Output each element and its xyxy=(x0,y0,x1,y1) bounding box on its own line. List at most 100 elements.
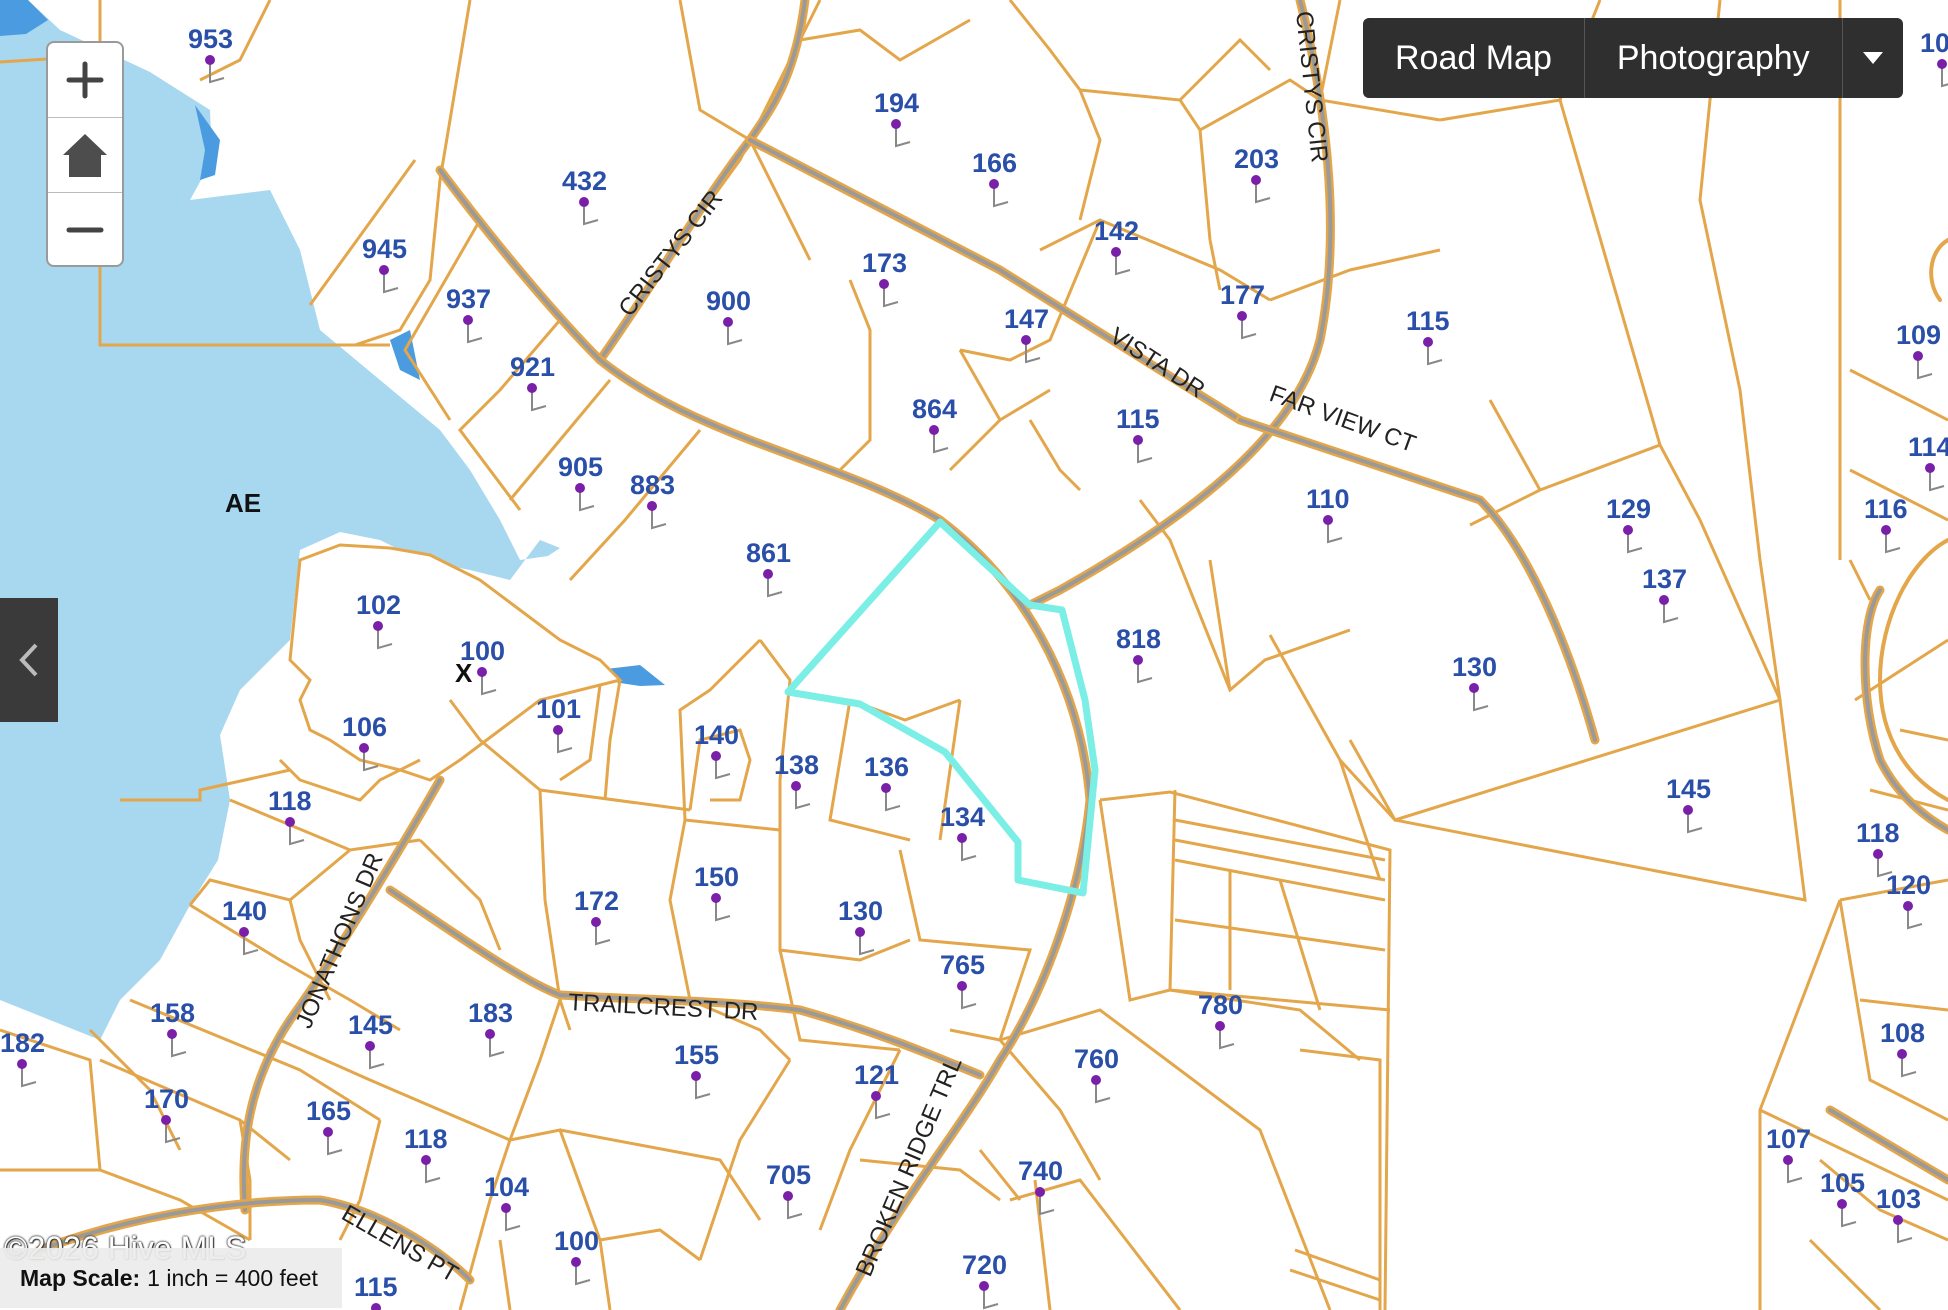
parcel-marker-icon xyxy=(1215,1021,1235,1050)
parcel-marker-icon xyxy=(989,179,1009,208)
parcel-marker-icon xyxy=(379,265,399,294)
parcel-label: 103 xyxy=(1876,1184,1921,1214)
parcel-label: 102 xyxy=(356,590,401,620)
parcel-label: 115 xyxy=(1406,306,1450,336)
parcel-label: 138 xyxy=(774,750,819,780)
parcel-marker-icon xyxy=(979,1281,999,1310)
chevron-left-icon xyxy=(19,643,38,677)
parcel-marker-icon xyxy=(1881,525,1901,554)
street-label-jonathons-dr: JONATHONS DR xyxy=(291,849,389,1032)
map-scale: Map Scale: 1 inch = 400 feet xyxy=(0,1248,342,1308)
parcel-marker-icon xyxy=(1091,1075,1111,1104)
street-label-vista-dr: VISTA DR xyxy=(1105,322,1210,403)
parcel-label: 100 xyxy=(554,1226,599,1256)
parcel-marker-icon xyxy=(691,1071,711,1100)
parcel-label: 765 xyxy=(940,950,985,980)
parcel-label: 937 xyxy=(446,284,491,314)
flood-zone-label: AE xyxy=(225,488,261,518)
parcel-label: 147 xyxy=(1004,304,1049,334)
parcel-label: 130 xyxy=(838,896,883,926)
scale-value: 1 inch = 400 feet xyxy=(147,1264,318,1291)
parcel-label: 705 xyxy=(766,1160,811,1190)
parcel-marker-icon xyxy=(575,483,595,512)
parcel-label: 106 xyxy=(342,712,387,742)
parcel-label: 864 xyxy=(912,394,957,424)
parcel-marker-icon xyxy=(929,425,949,454)
photography-button[interactable]: Photography xyxy=(1585,18,1843,98)
parcel-marker-icon xyxy=(957,981,977,1010)
parcel-marker-icon xyxy=(527,383,547,412)
plus-icon xyxy=(66,61,104,99)
parcel-label: 109 xyxy=(1896,320,1941,350)
parcel-marker-icon xyxy=(855,927,875,956)
parcel-label: 116 xyxy=(1864,494,1908,524)
zoom-out-button[interactable] xyxy=(48,193,122,267)
parcel-label: 818 xyxy=(1116,624,1161,654)
street-label-far-view-ct: FAR VIEW CT xyxy=(1266,380,1420,458)
parcel-marker-icon xyxy=(1623,525,1643,554)
parcel-label: 203 xyxy=(1234,144,1279,174)
parcel-marker-icon xyxy=(1925,463,1945,492)
parcel-label: 137 xyxy=(1642,564,1687,594)
parcel-marker-icon xyxy=(1423,337,1443,366)
parcel-marker-icon xyxy=(1133,655,1153,684)
parcel-marker-icon xyxy=(485,1029,505,1058)
side-panel-toggle[interactable] xyxy=(0,598,58,722)
parcel-marker-icon xyxy=(1837,1199,1857,1228)
street-label-cristys-cir: CRISTYS CIR xyxy=(1290,10,1333,164)
home-button[interactable] xyxy=(48,118,122,193)
parcel-marker-icon xyxy=(1783,1155,1803,1184)
basemap-switcher: Road Map Photography xyxy=(1363,18,1903,98)
parcel-label: 130 xyxy=(1452,652,1497,682)
parcel-marker-icon xyxy=(891,119,911,148)
caret-down-icon xyxy=(1862,52,1883,64)
parcel-marker-icon xyxy=(1469,683,1489,712)
parcel-label: 129 xyxy=(1606,494,1651,524)
parcel-marker-icon xyxy=(1913,351,1933,380)
parcel-label: 108 xyxy=(1880,1018,1925,1048)
parcel-marker-icon xyxy=(463,315,483,344)
parcel-marker-icon xyxy=(1323,515,1343,544)
parcel-label: 883 xyxy=(630,470,675,500)
minus-icon xyxy=(66,227,104,233)
parcel-marker-icon xyxy=(879,279,899,308)
parcel-marker-icon xyxy=(579,197,599,226)
parcel-marker-icon xyxy=(723,317,743,346)
parcel-label: 118 xyxy=(404,1124,448,1154)
parcel-label: 177 xyxy=(1220,280,1265,310)
parcel-marker-icon xyxy=(647,501,667,530)
parcel-marker-icon xyxy=(323,1127,343,1156)
parcel-label: 105 xyxy=(1820,1168,1865,1198)
parcel-label: 165 xyxy=(306,1096,351,1126)
parcel-marker-icon xyxy=(1903,901,1923,930)
parcel-marker-icon xyxy=(763,569,783,598)
parcel-marker-icon xyxy=(1237,311,1257,340)
parcel-marker-icon xyxy=(571,1257,591,1286)
parcel-label: 115 xyxy=(1116,404,1160,434)
parcel-label: 118 xyxy=(1856,818,1900,848)
parcel-label: 170 xyxy=(144,1084,189,1114)
parcel-label: 110 xyxy=(1306,484,1350,514)
zone-x-label: X xyxy=(455,658,473,688)
parcel-label: 118 xyxy=(268,786,312,816)
road-map-button[interactable]: Road Map xyxy=(1363,18,1585,98)
parcel-label: 900 xyxy=(706,286,751,316)
parcel-label: 760 xyxy=(1074,1044,1119,1074)
parcel-marker-icon xyxy=(1937,59,1948,88)
zoom-in-button[interactable] xyxy=(48,43,122,118)
parcel-map[interactable]: 953 432 945 937 921 905 883 900 194 166 … xyxy=(0,0,1948,1310)
parcel-label: 136 xyxy=(864,752,909,782)
parcel-label: 140 xyxy=(694,720,739,750)
parcel-marker-icon xyxy=(591,917,611,946)
parcel-label: 182 xyxy=(0,1028,45,1058)
parcel-marker-icon xyxy=(711,893,731,922)
parcel-label: 150 xyxy=(694,862,739,892)
parcel-marker-icon xyxy=(501,1203,521,1232)
basemap-dropdown-button[interactable] xyxy=(1843,18,1903,98)
parcel-label: 142 xyxy=(1094,216,1139,246)
parcel-label: 107 xyxy=(1766,1124,1811,1154)
parcel-label: 720 xyxy=(962,1250,1007,1280)
parcel-label: 101 xyxy=(536,694,581,724)
parcel-marker-icon xyxy=(957,833,977,862)
parcel-label: 194 xyxy=(874,88,919,118)
